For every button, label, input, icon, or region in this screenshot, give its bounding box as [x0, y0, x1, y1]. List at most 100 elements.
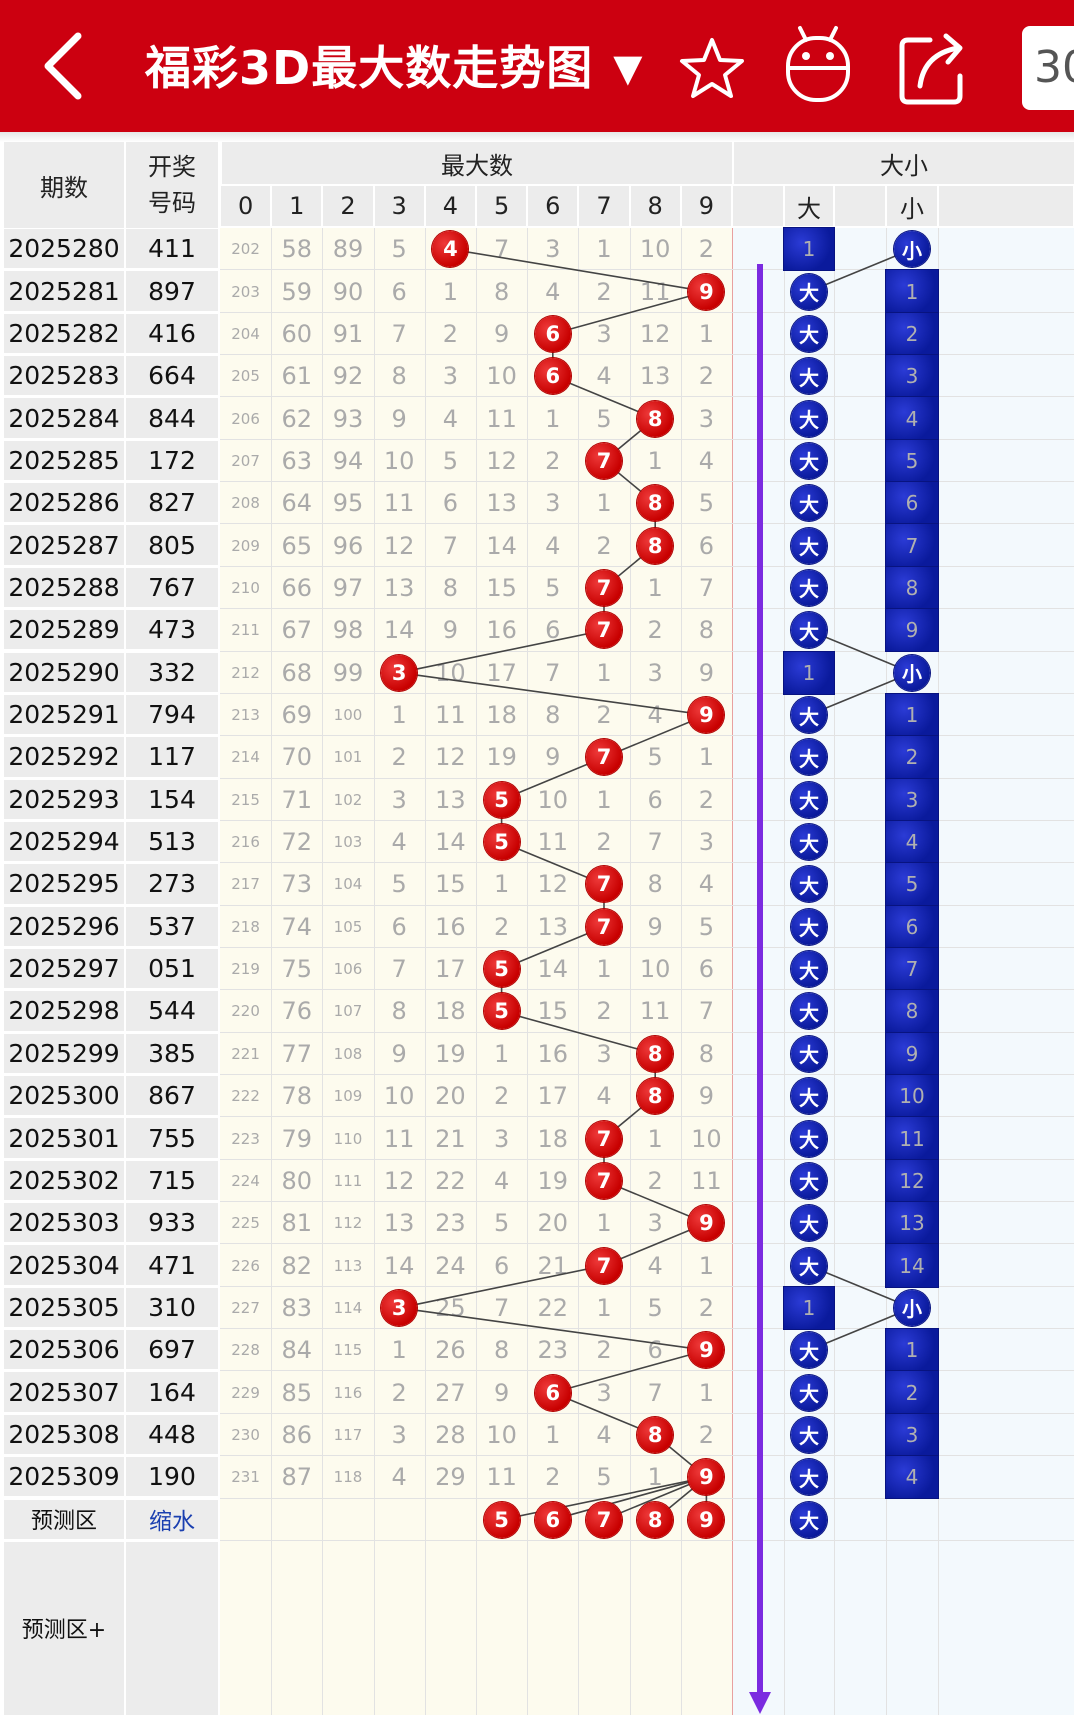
period-cell: 2025291 [4, 694, 124, 735]
max-digit-ball: 8 [637, 400, 674, 437]
miss-count-cell: 13 [383, 573, 415, 602]
miss-count-cell: 97 [332, 573, 364, 602]
prediction-ball[interactable]: 5 [483, 1501, 520, 1538]
period-cell: 2025286 [4, 483, 124, 523]
favorite-button[interactable] [672, 18, 752, 118]
period-cell: 2025283 [4, 356, 124, 396]
miss-count-cell: 15 [537, 997, 569, 1026]
size-ball-small: 小 [894, 231, 930, 268]
miss-count-cell: 1 [698, 1251, 715, 1280]
miss-count-cell: 29 [435, 1463, 466, 1492]
size-ball-big: 大 [791, 1205, 827, 1242]
draw-code-cell: 448 [126, 1414, 218, 1455]
back-button[interactable] [20, 18, 110, 118]
size-ball-small: 小 [894, 1289, 930, 1326]
size-miss-small: 8 [886, 566, 938, 610]
miss-count-cell: 23 [435, 1209, 466, 1238]
miss-count-cell: 5 [596, 404, 612, 433]
miss-count-cell: 10 [486, 362, 517, 391]
miss-count-cell: 77 [281, 1039, 313, 1068]
miss-count-cell: 98 [332, 616, 364, 645]
miss-count-cell: 204 [231, 324, 260, 343]
miss-count-cell: 209 [231, 536, 260, 555]
miss-count-cell: 6 [647, 785, 663, 814]
share-button[interactable] [892, 18, 972, 118]
prediction-size-ball[interactable]: 大 [791, 1501, 827, 1538]
digit-header-8: 8 [630, 186, 680, 226]
robot-icon [786, 26, 850, 102]
miss-count-cell: 206 [231, 409, 260, 428]
size-miss-small: 14 [886, 1244, 938, 1287]
miss-count-cell: 3 [698, 404, 715, 433]
miss-count-cell: 106 [333, 960, 363, 979]
miss-count-cell: 71 [281, 785, 313, 814]
miss-count-cell: 5 [647, 743, 663, 772]
miss-count-cell: 18 [435, 997, 466, 1026]
period-count-button[interactable]: 30 [1022, 26, 1074, 110]
miss-count-cell: 10 [639, 955, 671, 984]
max-digit-ball: 5 [483, 993, 520, 1030]
robot-button[interactable] [778, 18, 858, 118]
miss-count-cell: 116 [333, 1383, 363, 1402]
miss-count-cell: 1 [647, 1124, 663, 1153]
miss-count-cell: 3 [596, 1378, 612, 1407]
miss-count-cell: 9 [545, 743, 561, 772]
size-ball-big: 大 [791, 1162, 827, 1199]
miss-count-cell: 1 [493, 1039, 510, 1068]
miss-count-cell: 95 [332, 489, 364, 518]
miss-count-cell: 17 [435, 955, 466, 984]
prediction-ball[interactable]: 6 [534, 1501, 571, 1538]
title-dropdown[interactable]: 福彩3D最大数走势图 ▼ [145, 18, 665, 118]
miss-count-cell: 4 [391, 828, 407, 857]
digit-header-1: 1 [272, 186, 322, 226]
miss-count-cell: 108 [333, 1044, 363, 1063]
miss-count-cell: 89 [332, 235, 364, 264]
miss-count-cell: 3 [647, 658, 663, 687]
miss-count-cell: 2 [596, 531, 612, 560]
size-miss-small: 11 [886, 1117, 938, 1160]
prediction-ball[interactable]: 7 [586, 1501, 622, 1538]
miss-count-cell: 7 [493, 235, 510, 264]
miss-count-cell: 75 [281, 955, 313, 984]
size-miss-small: 2 [886, 1371, 938, 1414]
miss-count-cell: 2 [596, 701, 612, 730]
size-miss-small: 13 [886, 1202, 938, 1245]
period-cell: 2025289 [4, 610, 124, 650]
miss-count-cell: 76 [281, 997, 313, 1026]
draw-code-cell: 844 [126, 398, 218, 438]
miss-count-cell: 27 [435, 1378, 466, 1407]
draw-code-cell: 332 [126, 652, 218, 692]
prediction-ball[interactable]: 9 [688, 1501, 725, 1538]
draw-code-cell: 117 [126, 737, 218, 777]
miss-count-cell: 1 [545, 404, 561, 433]
miss-count-cell: 214 [231, 748, 260, 767]
miss-count-cell: 117 [333, 1425, 363, 1444]
miss-count-cell: 2 [698, 362, 715, 391]
miss-count-cell: 9 [647, 912, 663, 941]
digit-header-6: 6 [528, 186, 578, 226]
miss-count-cell: 5 [391, 870, 407, 899]
miss-count-cell: 80 [281, 1166, 313, 1195]
prediction-ball[interactable]: 8 [637, 1501, 674, 1538]
digit-header-0: 0 [221, 186, 271, 226]
miss-count-cell: 61 [281, 362, 313, 391]
size-ball-big: 大 [791, 951, 827, 988]
period-cell: 2025305 [4, 1287, 124, 1328]
miss-count-cell: 83 [281, 1293, 313, 1322]
miss-count-cell: 11 [691, 1166, 722, 1195]
miss-count-cell: 3 [545, 489, 561, 518]
miss-count-cell: 13 [537, 912, 569, 941]
miss-count-cell: 1 [596, 489, 612, 518]
miss-count-cell: 6 [545, 616, 561, 645]
miss-count-cell: 1 [698, 319, 715, 348]
period-cell: 2025284 [4, 398, 124, 438]
miss-count-cell: 222 [231, 1087, 260, 1106]
prediction-code-button[interactable]: 缩水 [126, 1499, 218, 1539]
max-digit-ball: 7 [586, 1162, 622, 1199]
miss-count-cell: 103 [333, 833, 363, 852]
miss-count-cell: 3 [391, 1420, 407, 1449]
miss-count-cell: 2 [698, 1293, 715, 1322]
miss-count-cell: 107 [333, 1002, 363, 1021]
miss-count-cell: 213 [231, 706, 260, 725]
size-miss-small: 12 [886, 1159, 938, 1203]
